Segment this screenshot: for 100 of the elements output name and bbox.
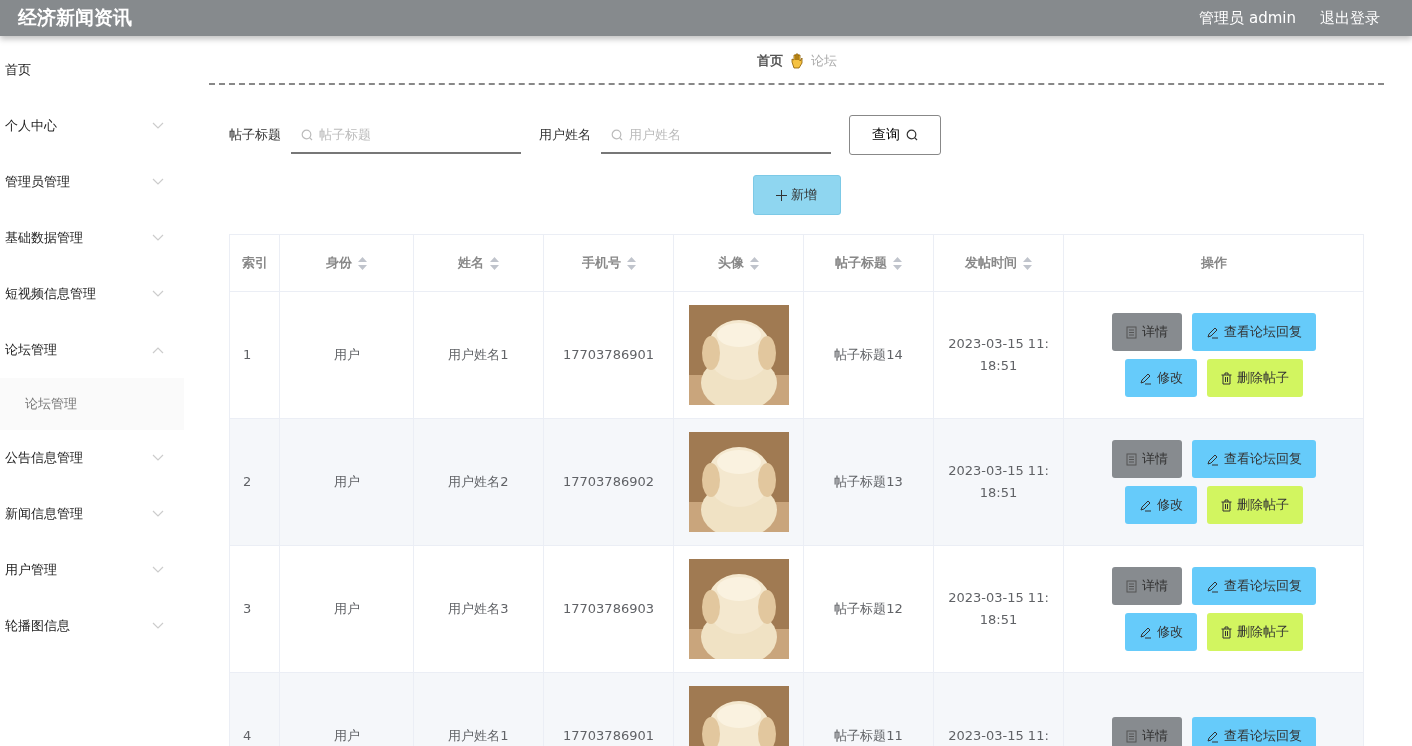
sidebar-item[interactable]: 首页 — [0, 42, 184, 98]
column-header: 头像 — [718, 254, 744, 272]
table-cell: 3 — [243, 601, 252, 616]
table-cell: 2 — [243, 474, 252, 489]
view-replies-button[interactable]: 查看论坛回复 — [1191, 313, 1316, 351]
chevron-down-icon — [152, 510, 164, 518]
chevron-down-icon — [152, 122, 164, 130]
sidebar-item[interactable]: 轮播图信息 — [0, 598, 184, 654]
table-cell: 2023-03-15 11: — [948, 728, 1049, 743]
sidebar-item[interactable]: 管理员管理 — [0, 154, 184, 210]
field-label: 用户姓名 — [539, 126, 591, 144]
search-icon — [301, 129, 313, 141]
add-button[interactable]: 新增 — [752, 175, 841, 215]
sidebar-item[interactable]: 个人中心 — [0, 98, 184, 154]
sidebar-item[interactable]: 论坛管理 — [0, 322, 184, 378]
trash-icon — [1220, 498, 1232, 512]
table-cell: 用户 — [333, 474, 360, 489]
pencil-icon — [1205, 579, 1219, 593]
table-cell: 帖子标题12 — [834, 601, 903, 616]
chevron-down-icon — [152, 234, 164, 242]
table-cell: 4 — [243, 728, 252, 743]
column-header: 姓名 — [458, 254, 484, 272]
sort-icon[interactable] — [490, 256, 499, 270]
table-cell: 用户 — [333, 347, 360, 362]
breadcrumb-current: 论坛 — [810, 52, 837, 70]
column-header: 操作 — [1200, 254, 1227, 272]
plus-icon — [776, 189, 787, 201]
table-cell: 帖子标题13 — [834, 474, 903, 489]
detail-button[interactable]: 详情 — [1111, 440, 1182, 478]
table-cell: 17703786902 — [563, 474, 654, 489]
app-title: 经济新闻资讯 — [18, 5, 133, 30]
search-field[interactable]: 帖子标题 — [291, 116, 521, 154]
table-cell: 用户 — [333, 728, 360, 743]
user-label: 管理员 admin — [1199, 8, 1296, 28]
document-icon — [1125, 452, 1137, 466]
pencil-icon — [1205, 325, 1219, 339]
sidebar-item[interactable]: 公告信息管理 — [0, 430, 184, 486]
search-field[interactable]: 用户姓名 — [601, 116, 831, 154]
table-cell: 17703786901 — [563, 347, 654, 362]
sort-icon[interactable] — [1023, 256, 1032, 270]
breadcrumb-home[interactable]: 首页 — [756, 52, 783, 70]
delete-button[interactable]: 删除帖子 — [1206, 359, 1303, 397]
view-replies-button[interactable]: 查看论坛回复 — [1191, 567, 1316, 605]
chevron-down-icon — [152, 454, 164, 462]
search-icon — [906, 129, 918, 141]
trash-icon — [1220, 625, 1232, 639]
pencil-icon — [1205, 452, 1219, 466]
sort-icon[interactable] — [750, 256, 759, 270]
chevron-down-icon — [152, 290, 164, 298]
detail-button[interactable]: 详情 — [1111, 717, 1182, 746]
chevron-up-icon — [152, 346, 164, 354]
view-replies-button[interactable]: 查看论坛回复 — [1191, 717, 1316, 746]
edit-button[interactable]: 修改 — [1124, 359, 1197, 397]
sidebar-item[interactable]: 基础数据管理 — [0, 210, 184, 266]
query-button[interactable]: 查询 — [849, 115, 941, 155]
sort-icon[interactable] — [358, 256, 367, 270]
delete-button[interactable]: 删除帖子 — [1206, 613, 1303, 651]
table-cell: 用户姓名2 — [448, 474, 509, 489]
column-header: 手机号 — [581, 254, 621, 272]
chevron-down-icon — [152, 178, 164, 186]
table-cell: 帖子标题14 — [834, 347, 903, 362]
hand-icon — [790, 53, 803, 69]
table-cell: 17703786901 — [563, 728, 654, 743]
view-replies-button[interactable]: 查看论坛回复 — [1191, 440, 1316, 478]
table-cell: 2023-03-15 11:18:51 — [948, 590, 1049, 627]
pencil-icon — [1138, 625, 1152, 639]
trash-icon — [1220, 371, 1232, 385]
edit-button[interactable]: 修改 — [1124, 613, 1197, 651]
sidebar-item[interactable]: 短视频信息管理 — [0, 266, 184, 322]
document-icon — [1125, 325, 1137, 339]
table-cell: 用户姓名1 — [448, 347, 509, 362]
column-header: 身份 — [326, 254, 352, 272]
sort-icon[interactable] — [626, 256, 636, 270]
sidebar-subitem[interactable]: 论坛管理 — [0, 378, 184, 430]
field-label: 帖子标题 — [229, 126, 281, 144]
sidebar-item[interactable]: 用户管理 — [0, 542, 184, 598]
edit-button[interactable]: 修改 — [1124, 486, 1197, 524]
column-header: 索引 — [241, 254, 268, 272]
chevron-down-icon — [152, 566, 164, 574]
pencil-icon — [1205, 729, 1219, 743]
sort-icon[interactable] — [893, 256, 902, 270]
table-cell: 2023-03-15 11:18:51 — [948, 463, 1049, 500]
delete-button[interactable]: 删除帖子 — [1206, 486, 1303, 524]
table-cell: 17703786903 — [563, 601, 654, 616]
pencil-icon — [1138, 371, 1152, 385]
column-header: 发帖时间 — [965, 254, 1017, 272]
table-cell: 帖子标题11 — [834, 728, 903, 743]
column-header: 帖子标题 — [835, 254, 887, 272]
document-icon — [1125, 579, 1137, 593]
search-icon — [611, 129, 623, 141]
chevron-down-icon — [152, 622, 164, 630]
table-cell: 用户 — [333, 601, 360, 616]
detail-button[interactable]: 详情 — [1111, 567, 1182, 605]
document-icon — [1125, 729, 1137, 743]
pencil-icon — [1138, 498, 1152, 512]
detail-button[interactable]: 详情 — [1111, 313, 1182, 351]
sidebar-item[interactable]: 新闻信息管理 — [0, 486, 184, 542]
table-cell: 2023-03-15 11:18:51 — [948, 336, 1049, 373]
table-cell: 用户姓名3 — [448, 601, 509, 616]
table-cell: 1 — [243, 347, 252, 362]
